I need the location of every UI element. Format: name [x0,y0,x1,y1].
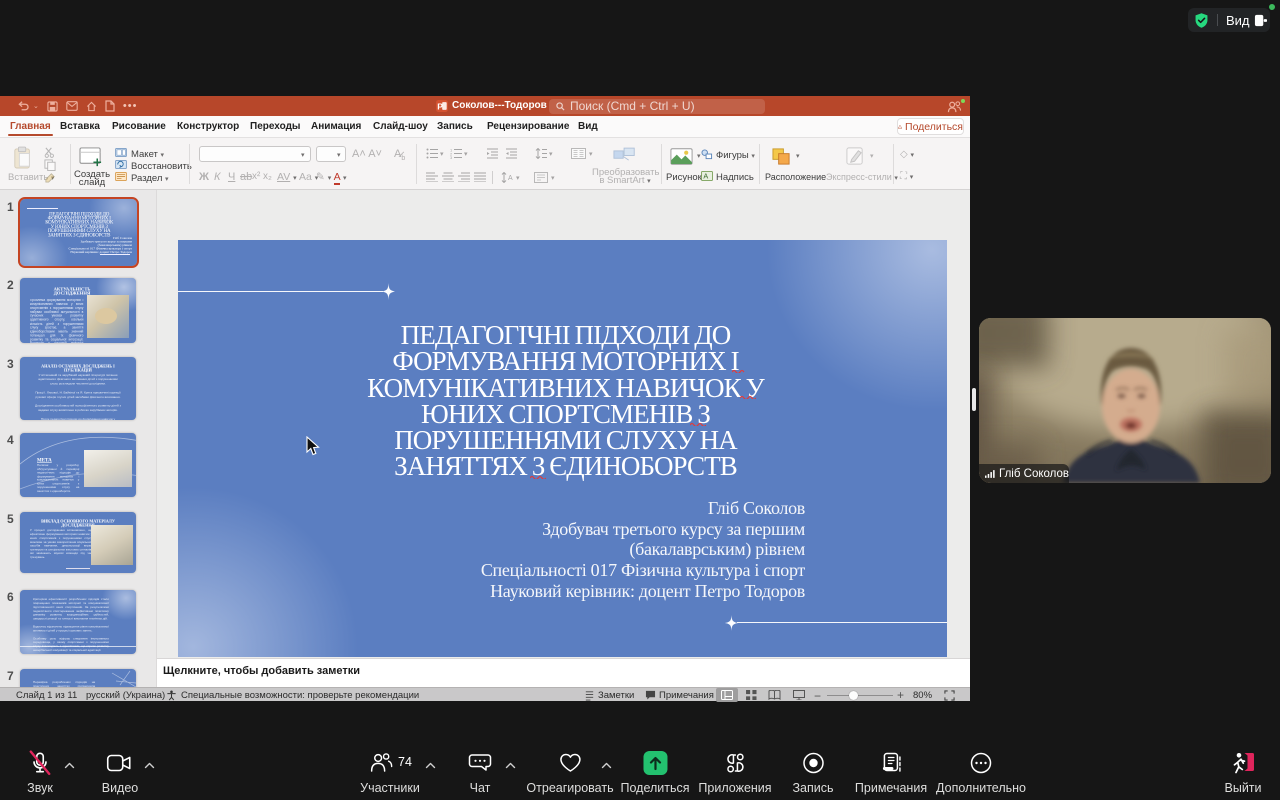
svg-text:A: A [703,172,708,181]
svg-text:A: A [508,175,513,182]
svg-text:3: 3 [450,155,453,159]
svg-text:P: P [437,101,443,111]
